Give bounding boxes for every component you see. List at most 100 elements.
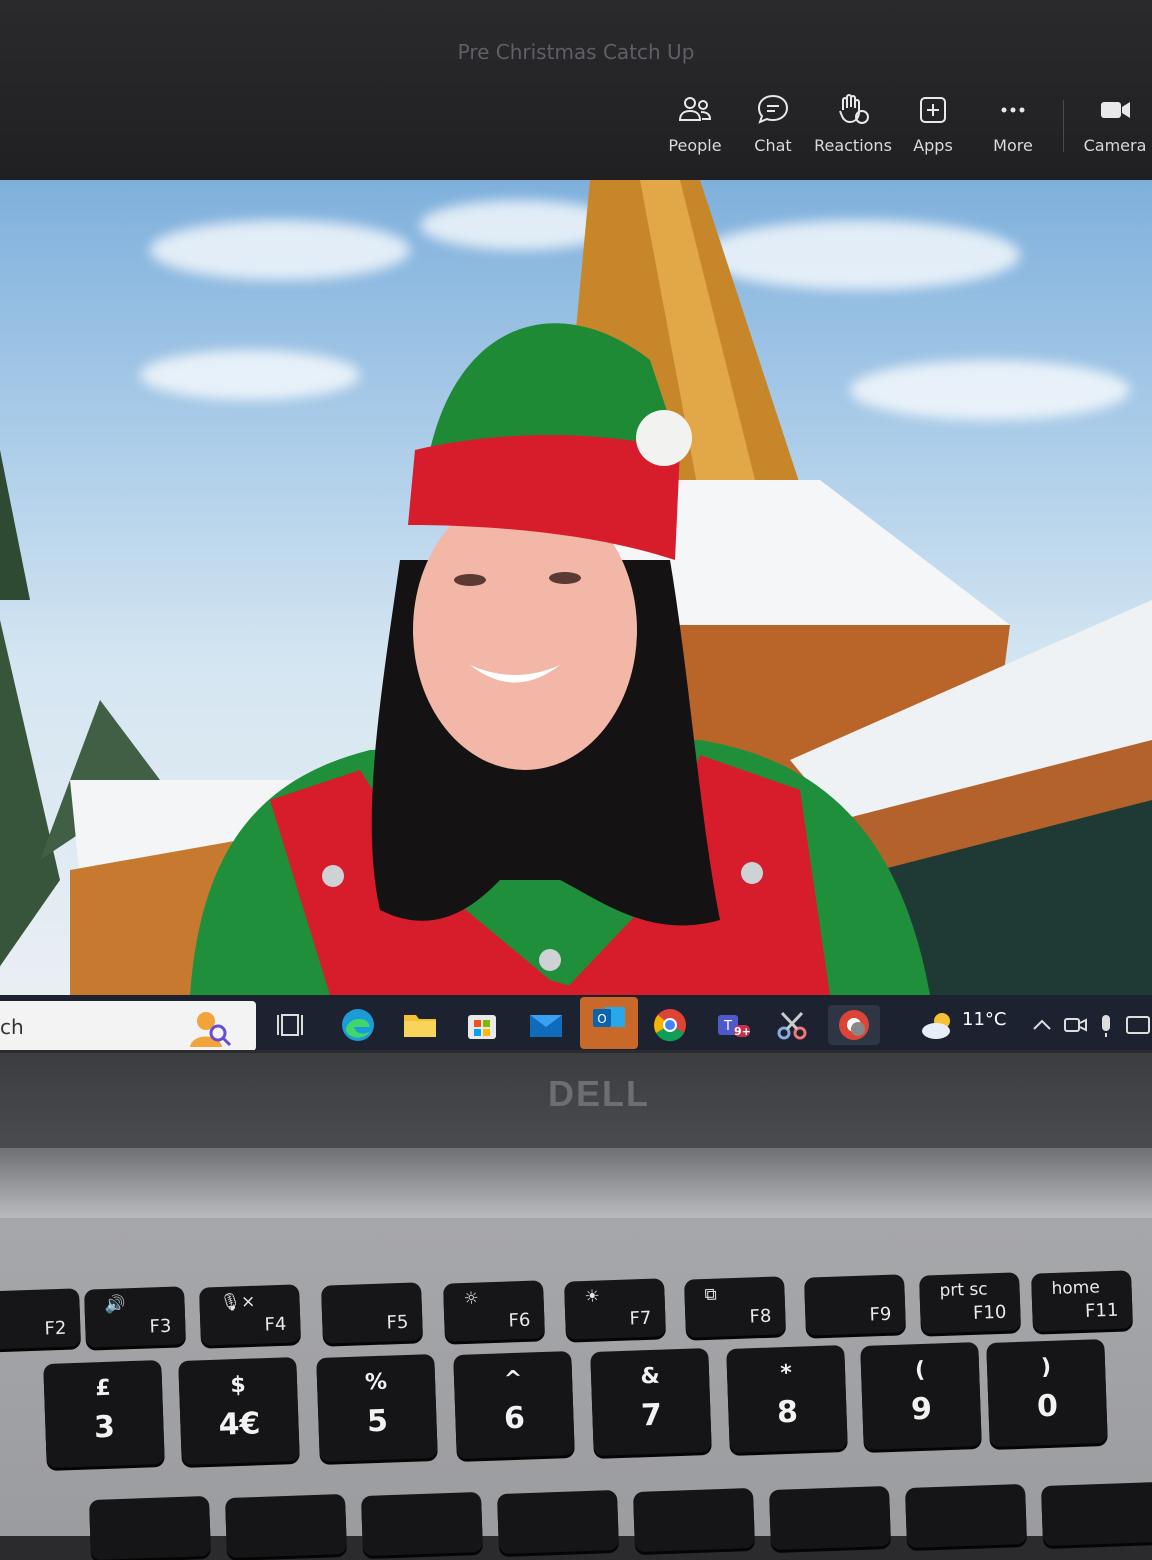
function-key-f4[interactable]: 🎙× F4 bbox=[199, 1284, 301, 1346]
key-shift-legend: £ bbox=[95, 1375, 112, 1402]
key-main-legend: 0 bbox=[1036, 1388, 1059, 1425]
tree bbox=[0, 450, 30, 600]
chat-button[interactable]: Chat bbox=[728, 92, 818, 155]
show-hidden-icons-button[interactable] bbox=[1022, 1005, 1051, 1045]
more-label: More bbox=[993, 136, 1033, 155]
mail-icon bbox=[530, 1015, 562, 1037]
function-key-f6[interactable]: ☼ F6 bbox=[443, 1280, 545, 1342]
store-icon bbox=[468, 1015, 496, 1039]
reactions-label: Reactions bbox=[814, 136, 892, 155]
more-button[interactable]: More bbox=[968, 92, 1058, 155]
chat-label: Chat bbox=[754, 136, 792, 155]
key-main-legend: 7 bbox=[640, 1397, 663, 1434]
teams-meeting-titlebar: Pre Christmas Catch Up People Chat React… bbox=[0, 0, 1152, 180]
key-shift-legend: ) bbox=[1040, 1354, 1052, 1381]
number-key-3[interactable]: £3 bbox=[43, 1359, 165, 1469]
windows-taskbar: ch O T 9+ 11°C bbox=[0, 995, 1152, 1050]
tree bbox=[0, 620, 60, 967]
key-main-legend: 5 bbox=[366, 1403, 389, 1440]
apps-plus-icon bbox=[920, 97, 946, 123]
function-key-legend: home bbox=[1051, 1277, 1101, 1300]
function-key-f11[interactable]: home F11 bbox=[1031, 1270, 1133, 1332]
more-dots-icon bbox=[1001, 107, 1025, 113]
keyboard-key[interactable] bbox=[632, 1487, 756, 1553]
hat-pompom bbox=[636, 410, 692, 466]
function-key-f7[interactable]: ☀ F7 bbox=[564, 1278, 666, 1340]
function-key-legend: 🔊 bbox=[104, 1294, 127, 1316]
chrome-profile-button[interactable] bbox=[828, 1005, 880, 1045]
camera-button[interactable]: Camera bbox=[1070, 92, 1152, 155]
teams-button[interactable]: T 9+ bbox=[710, 1005, 754, 1045]
svg-text:T: T bbox=[723, 1019, 732, 1034]
microsoft-store-button[interactable] bbox=[460, 1005, 504, 1045]
function-key-f9[interactable]: F9 bbox=[804, 1274, 906, 1336]
camera-in-use-indicator[interactable] bbox=[1055, 1005, 1087, 1045]
snipping-tool-button[interactable] bbox=[770, 1005, 814, 1045]
edge-icon bbox=[342, 1009, 374, 1041]
key-main-legend: 4€ bbox=[217, 1406, 261, 1443]
function-key-label: F11 bbox=[1084, 1299, 1119, 1322]
file-explorer-button[interactable] bbox=[398, 1005, 442, 1045]
function-key-legend: prt sc bbox=[939, 1279, 988, 1302]
number-key-0[interactable]: ) 0 bbox=[986, 1338, 1108, 1448]
chat-icon bbox=[757, 94, 789, 124]
key-main-legend: 8 bbox=[776, 1394, 799, 1431]
number-key-5[interactable]: % 5 bbox=[316, 1353, 438, 1463]
keyboard-key[interactable] bbox=[360, 1491, 484, 1557]
weather-temperature: 11°C bbox=[962, 1009, 1007, 1030]
function-key-f3[interactable]: 🔊 F3 bbox=[84, 1286, 186, 1348]
participant-video-feed bbox=[0, 180, 1152, 995]
outlook-icon: O bbox=[593, 1007, 625, 1027]
outlook-button[interactable]: O bbox=[580, 997, 638, 1049]
keyboard-key[interactable] bbox=[224, 1493, 348, 1559]
function-key-f8[interactable]: ⧉ F8 bbox=[684, 1276, 786, 1338]
camera-icon bbox=[1101, 102, 1130, 118]
function-key-label: F8 bbox=[749, 1305, 772, 1328]
vest-button bbox=[322, 865, 344, 887]
people-button[interactable]: People bbox=[650, 92, 740, 155]
search-box[interactable]: ch bbox=[0, 1001, 256, 1050]
dell-logo: DELL bbox=[548, 1073, 650, 1114]
eye bbox=[454, 574, 486, 586]
function-key-label: F7 bbox=[629, 1307, 652, 1330]
function-key-f2[interactable]: F2 bbox=[0, 1288, 81, 1350]
number-key-8[interactable]: * 8 bbox=[726, 1344, 848, 1454]
function-key-f10[interactable]: prt sc F10 bbox=[919, 1272, 1021, 1334]
microphone-tray-button[interactable] bbox=[1086, 1005, 1114, 1045]
edge-taskbar-button[interactable] bbox=[336, 1005, 380, 1045]
meeting-title: Pre Christmas Catch Up bbox=[457, 40, 695, 64]
chrome-button[interactable] bbox=[648, 1005, 692, 1045]
keyboard-key[interactable] bbox=[88, 1495, 212, 1560]
vest-button bbox=[539, 949, 561, 971]
eye bbox=[549, 572, 581, 584]
function-key-legend: ☼ bbox=[463, 1288, 480, 1310]
laptop-hinge bbox=[0, 1148, 1152, 1218]
laptop-screen: Pre Christmas Catch Up People Chat React… bbox=[0, 0, 1152, 1050]
task-view-button[interactable] bbox=[268, 1005, 312, 1045]
keyboard-key[interactable] bbox=[904, 1483, 1028, 1549]
weather-widget[interactable] bbox=[916, 1005, 960, 1045]
mail-button[interactable] bbox=[524, 1005, 568, 1045]
function-key-label: F6 bbox=[508, 1309, 531, 1332]
function-key-f5[interactable]: F5 bbox=[321, 1282, 423, 1344]
number-key-6[interactable]: ^ 6 bbox=[453, 1350, 575, 1460]
camera-label: Camera bbox=[1083, 136, 1147, 155]
key-shift-legend: % bbox=[364, 1369, 388, 1396]
raise-hand-icon bbox=[839, 94, 869, 124]
key-shift-legend: * bbox=[779, 1360, 793, 1387]
number-key-9[interactable]: (9 bbox=[860, 1341, 982, 1451]
screen-share-tray-button[interactable] bbox=[1118, 1005, 1150, 1045]
svg-text:O: O bbox=[597, 1012, 606, 1026]
chrome-icon bbox=[654, 1009, 686, 1042]
number-key-7[interactable]: & 7 bbox=[590, 1347, 712, 1457]
keyboard-key[interactable] bbox=[496, 1489, 620, 1555]
keyboard-key[interactable] bbox=[1040, 1481, 1152, 1547]
teams-notification-badge: 9+ bbox=[734, 1025, 751, 1038]
key-main-legend: 9 bbox=[910, 1391, 933, 1428]
people-icon bbox=[678, 97, 712, 121]
apps-button[interactable]: Apps bbox=[888, 92, 978, 155]
keyboard-key[interactable] bbox=[768, 1485, 892, 1551]
scissors-icon bbox=[777, 1011, 807, 1040]
number-key-4[interactable]: $4€ bbox=[178, 1356, 300, 1466]
reactions-button[interactable]: Reactions bbox=[808, 92, 898, 155]
